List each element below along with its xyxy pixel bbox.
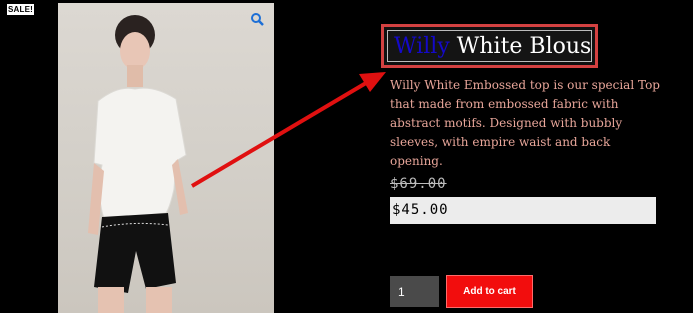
product-image[interactable]	[58, 3, 274, 313]
product-title: Willy White Blouse	[387, 30, 592, 62]
model-photo	[88, 15, 188, 313]
product-title-rest: White Blouse	[456, 33, 592, 59]
sale-price: $45.00	[390, 197, 656, 224]
add-to-cart-button[interactable]: Add to cart	[446, 275, 533, 308]
product-title-highlight: Willy	[394, 33, 450, 59]
old-price: $69.00	[390, 176, 447, 192]
product-description: Willy White Embossed top is our special …	[390, 78, 660, 168]
zoom-icon[interactable]	[250, 11, 264, 26]
sale-badge: SALE!	[7, 4, 34, 15]
quantity-input[interactable]	[390, 276, 439, 307]
product-title-highlight-box: Willy White Blouse	[381, 24, 598, 68]
